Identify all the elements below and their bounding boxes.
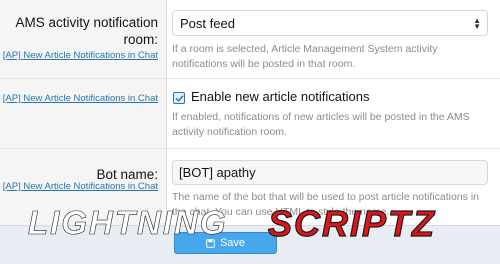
room-explain: If a room is selected, Article Managemen… [172, 43, 438, 70]
enable-notifications-label[interactable]: Enable new article notifications [191, 89, 370, 104]
checkmark-icon [175, 94, 183, 102]
save-icon [206, 238, 215, 248]
options-panel: AMS activity notification room: [AP] New… [0, 0, 500, 263]
bot-name-help-link[interactable]: [AP] New Article Notifications in Chat [3, 181, 158, 192]
room-select[interactable]: Post feed ▲ ▼ [172, 10, 488, 36]
room-label: AMS activity notification room: [15, 15, 158, 47]
bot-name-input[interactable]: [BOT] apathy [172, 160, 488, 185]
select-arrows-icon: ▲ ▼ [473, 16, 481, 31]
bot-name-explain: The name of the bot that will be used to… [172, 191, 480, 218]
save-button[interactable]: Save [174, 232, 277, 254]
room-help-link[interactable]: [AP] New Article Notifications in Chat [3, 50, 158, 61]
save-button-label: Save [219, 237, 246, 249]
row-divider [0, 148, 500, 149]
row-divider [0, 78, 500, 79]
enable-help-link[interactable]: [AP] New Article Notifications in Chat [3, 93, 158, 104]
enable-notifications-checkbox[interactable] [173, 92, 185, 104]
room-select-value: Post feed [180, 16, 235, 31]
enable-explain: If enabled, notifications of new article… [172, 111, 470, 138]
